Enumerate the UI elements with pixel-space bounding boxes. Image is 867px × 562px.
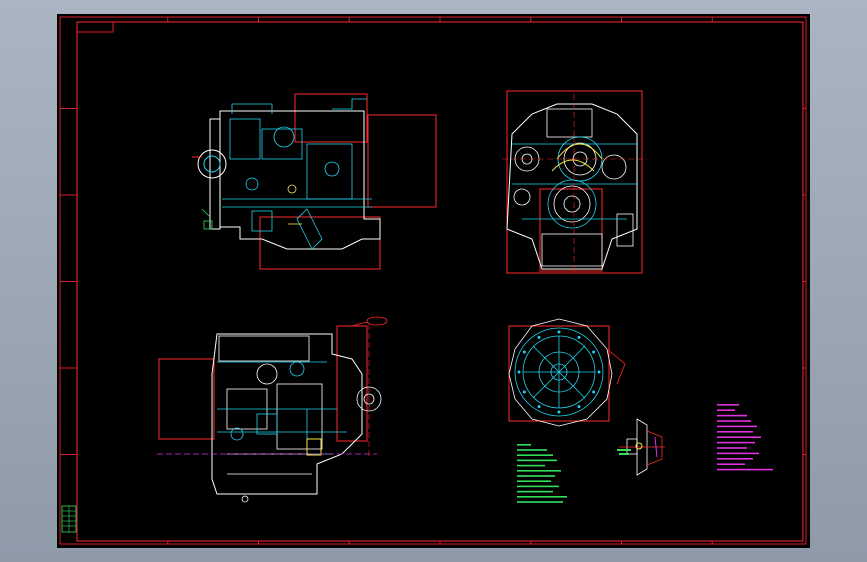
- cad-drawing-viewport[interactable]: [57, 14, 810, 548]
- note-line: [517, 475, 555, 477]
- note-line: [517, 496, 567, 498]
- sheet-outer-border: [59, 16, 807, 545]
- bolt-hole: [522, 390, 526, 394]
- note-line: [517, 470, 561, 472]
- note-line: [517, 459, 557, 462]
- detail-part-view[interactable]: [617, 418, 665, 476]
- note-line: [717, 452, 759, 455]
- bolt-hole: [577, 405, 581, 409]
- technical-notes-magenta: [717, 404, 773, 471]
- note-line: [517, 464, 545, 467]
- note-line: [717, 436, 761, 438]
- title-block: [61, 505, 77, 533]
- note-line: [717, 441, 755, 444]
- bolt-hole: [557, 410, 561, 414]
- note-line: [717, 458, 753, 460]
- note-line: [717, 414, 747, 417]
- note-line: [717, 468, 773, 471]
- engine-front-view[interactable]: [502, 90, 647, 274]
- note-line: [517, 480, 551, 482]
- note-line: [717, 425, 757, 428]
- drawing-canvas[interactable]: [57, 14, 810, 548]
- note-line: [717, 463, 745, 465]
- corner-label-box: [76, 21, 114, 33]
- bolt-hole: [577, 335, 581, 339]
- bolt-hole: [517, 370, 521, 374]
- note-line: [517, 449, 547, 451]
- bolt-hole: [522, 350, 526, 354]
- note-line: [717, 447, 747, 449]
- technical-notes-green: [517, 444, 567, 503]
- flywheel-housing-view[interactable]: [508, 318, 626, 427]
- bolt-hole: [557, 330, 561, 334]
- note-line: [517, 501, 563, 503]
- note-line: [717, 404, 739, 406]
- note-line: [517, 485, 559, 488]
- bolt-hole: [592, 350, 596, 354]
- bolt-hole: [597, 370, 601, 374]
- engine-rear-side-view[interactable]: [157, 316, 388, 503]
- note-line: [517, 454, 553, 456]
- bolt-hole: [537, 405, 541, 409]
- note-line: [517, 490, 553, 493]
- note-line: [717, 420, 751, 422]
- note-line: [717, 409, 735, 411]
- note-line: [517, 444, 531, 446]
- note-line: [717, 431, 753, 433]
- border-grid-ticks: [60, 17, 806, 544]
- engine-side-view[interactable]: [192, 93, 437, 270]
- sheet-inner-border: [76, 21, 804, 542]
- bolt-hole: [537, 335, 541, 339]
- bolt-hole: [592, 390, 596, 394]
